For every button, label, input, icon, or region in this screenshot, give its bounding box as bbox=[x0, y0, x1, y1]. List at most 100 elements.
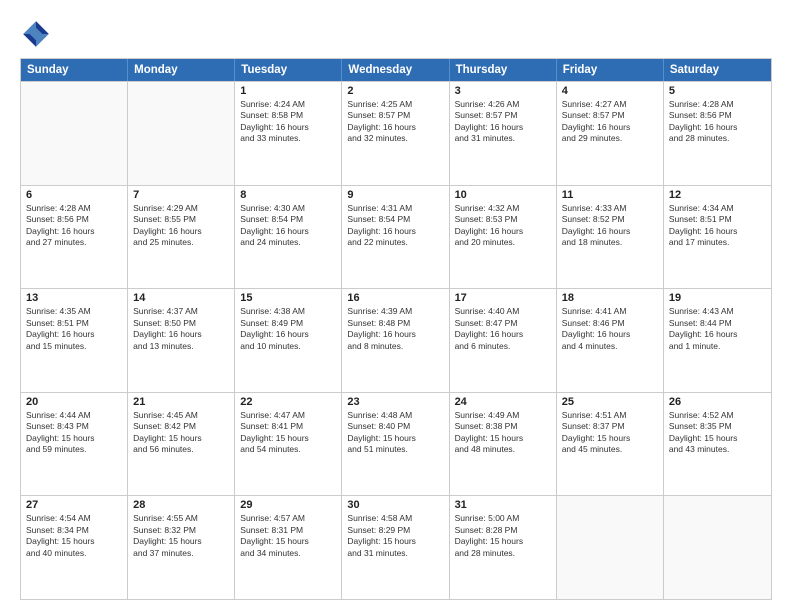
cell-line: Daylight: 16 hours bbox=[133, 226, 229, 237]
cell-line: Daylight: 15 hours bbox=[26, 433, 122, 444]
cell-line: Sunset: 8:54 PM bbox=[240, 214, 336, 225]
cell-line: Daylight: 15 hours bbox=[240, 433, 336, 444]
cell-line: Sunrise: 4:28 AM bbox=[26, 203, 122, 214]
cal-cell: 3Sunrise: 4:26 AMSunset: 8:57 PMDaylight… bbox=[450, 82, 557, 185]
page: SundayMondayTuesdayWednesdayThursdayFrid… bbox=[0, 0, 792, 612]
cell-line: and 22 minutes. bbox=[347, 237, 443, 248]
cal-cell: 26Sunrise: 4:52 AMSunset: 8:35 PMDayligh… bbox=[664, 393, 771, 496]
cell-line: and 24 minutes. bbox=[240, 237, 336, 248]
cell-line: Sunset: 8:44 PM bbox=[669, 318, 766, 329]
cell-line: Daylight: 15 hours bbox=[26, 536, 122, 547]
cell-line: Sunset: 8:41 PM bbox=[240, 421, 336, 432]
cell-line: Sunset: 8:35 PM bbox=[669, 421, 766, 432]
day-number: 2 bbox=[347, 85, 443, 97]
day-number: 12 bbox=[669, 189, 766, 201]
calendar: SundayMondayTuesdayWednesdayThursdayFrid… bbox=[20, 58, 772, 600]
week-row-2: 6Sunrise: 4:28 AMSunset: 8:56 PMDaylight… bbox=[21, 185, 771, 289]
day-number: 4 bbox=[562, 85, 658, 97]
cell-line: Sunrise: 4:48 AM bbox=[347, 410, 443, 421]
week-row-1: 1Sunrise: 4:24 AMSunset: 8:58 PMDaylight… bbox=[21, 81, 771, 185]
cell-line: Sunset: 8:37 PM bbox=[562, 421, 658, 432]
cal-cell: 20Sunrise: 4:44 AMSunset: 8:43 PMDayligh… bbox=[21, 393, 128, 496]
cell-line: Daylight: 16 hours bbox=[240, 122, 336, 133]
cell-line: Daylight: 16 hours bbox=[669, 329, 766, 340]
cell-line: Sunset: 8:28 PM bbox=[455, 525, 551, 536]
day-number: 22 bbox=[240, 396, 336, 408]
day-number: 23 bbox=[347, 396, 443, 408]
cal-cell: 22 Sunrise: 4:47 AMSunset: 8:41 PMDayligh… bbox=[235, 393, 342, 496]
cell-line: and 15 minutes. bbox=[26, 341, 122, 352]
cell-line: Sunset: 8:57 PM bbox=[562, 110, 658, 121]
cell-line: and 8 minutes. bbox=[347, 341, 443, 352]
cell-line: Sunrise: 4:33 AM bbox=[562, 203, 658, 214]
cal-cell: 27Sunrise: 4:54 AMSunset: 8:34 PMDayligh… bbox=[21, 496, 128, 599]
cal-cell: 13Sunrise: 4:35 AMSunset: 8:51 PMDayligh… bbox=[21, 289, 128, 392]
cell-line: and 10 minutes. bbox=[240, 341, 336, 352]
cal-cell: 10Sunrise: 4:32 AMSunset: 8:53 PMDayligh… bbox=[450, 186, 557, 289]
cal-cell: 24Sunrise: 4:49 AMSunset: 8:38 PMDayligh… bbox=[450, 393, 557, 496]
cal-cell: 23Sunrise: 4:48 AMSunset: 8:40 PMDayligh… bbox=[342, 393, 449, 496]
day-number: 28 bbox=[133, 499, 229, 511]
cell-line: Sunrise: 4:51 AM bbox=[562, 410, 658, 421]
cell-line: Sunset: 8:57 PM bbox=[455, 110, 551, 121]
cell-line: Sunset: 8:46 PM bbox=[562, 318, 658, 329]
cell-line: Sunrise: 4:47 AM bbox=[240, 410, 336, 421]
cell-line: Sunrise: 4:34 AM bbox=[669, 203, 766, 214]
cal-cell: 11Sunrise: 4:33 AMSunset: 8:52 PMDayligh… bbox=[557, 186, 664, 289]
cell-line: Sunrise: 4:45 AM bbox=[133, 410, 229, 421]
cell-line: Daylight: 15 hours bbox=[347, 536, 443, 547]
day-number: 25 bbox=[562, 396, 658, 408]
cell-line: Sunrise: 4:28 AM bbox=[669, 99, 766, 110]
header-day-saturday: Saturday bbox=[664, 59, 771, 81]
cell-line: Sunrise: 4:58 AM bbox=[347, 513, 443, 524]
logo-icon bbox=[20, 18, 52, 50]
cell-line: Sunset: 8:50 PM bbox=[133, 318, 229, 329]
cell-line: Sunset: 8:53 PM bbox=[455, 214, 551, 225]
cell-line: and 59 minutes. bbox=[26, 444, 122, 455]
calendar-body: 1Sunrise: 4:24 AMSunset: 8:58 PMDaylight… bbox=[21, 81, 771, 599]
cal-cell: 30Sunrise: 4:58 AMSunset: 8:29 PMDayligh… bbox=[342, 496, 449, 599]
day-number: 26 bbox=[669, 396, 766, 408]
cell-line: and 18 minutes. bbox=[562, 237, 658, 248]
cell-line: Sunset: 8:29 PM bbox=[347, 525, 443, 536]
cal-cell: 4Sunrise: 4:27 AMSunset: 8:57 PMDaylight… bbox=[557, 82, 664, 185]
day-number: 31 bbox=[455, 499, 551, 511]
cell-line: Sunrise: 4:54 AM bbox=[26, 513, 122, 524]
cell-line: Sunset: 8:55 PM bbox=[133, 214, 229, 225]
header-day-monday: Monday bbox=[128, 59, 235, 81]
cell-line: Sunrise: 4:29 AM bbox=[133, 203, 229, 214]
cell-line: Sunset: 8:38 PM bbox=[455, 421, 551, 432]
cell-line: Sunset: 8:31 PM bbox=[240, 525, 336, 536]
cell-line: and 48 minutes. bbox=[455, 444, 551, 455]
cell-line: and 17 minutes. bbox=[669, 237, 766, 248]
cell-line: Daylight: 16 hours bbox=[669, 122, 766, 133]
cell-line: Daylight: 15 hours bbox=[133, 433, 229, 444]
day-number: 10 bbox=[455, 189, 551, 201]
logo bbox=[20, 18, 56, 50]
day-number: 17 bbox=[455, 292, 551, 304]
cal-cell bbox=[128, 82, 235, 185]
cell-line: and 51 minutes. bbox=[347, 444, 443, 455]
cell-line: Daylight: 16 hours bbox=[347, 226, 443, 237]
cal-cell bbox=[664, 496, 771, 599]
cal-cell: 18Sunrise: 4:41 AMSunset: 8:46 PMDayligh… bbox=[557, 289, 664, 392]
header-day-sunday: Sunday bbox=[21, 59, 128, 81]
cal-cell: 19Sunrise: 4:43 AMSunset: 8:44 PMDayligh… bbox=[664, 289, 771, 392]
cell-line: Daylight: 15 hours bbox=[347, 433, 443, 444]
cell-line: Sunrise: 4:32 AM bbox=[455, 203, 551, 214]
day-number: 9 bbox=[347, 189, 443, 201]
day-number: 21 bbox=[133, 396, 229, 408]
cell-line: Sunrise: 4:37 AM bbox=[133, 306, 229, 317]
cell-line: and 54 minutes. bbox=[240, 444, 336, 455]
cell-line: Sunset: 8:54 PM bbox=[347, 214, 443, 225]
cell-line: Daylight: 16 hours bbox=[240, 226, 336, 237]
cell-line: Daylight: 16 hours bbox=[562, 122, 658, 133]
cell-line: and 20 minutes. bbox=[455, 237, 551, 248]
day-number: 7 bbox=[133, 189, 229, 201]
cell-line: Sunrise: 4:44 AM bbox=[26, 410, 122, 421]
cell-line: Sunset: 8:43 PM bbox=[26, 421, 122, 432]
cell-line: and 32 minutes. bbox=[347, 133, 443, 144]
cal-cell: 5Sunrise: 4:28 AMSunset: 8:56 PMDaylight… bbox=[664, 82, 771, 185]
cell-line: and 56 minutes. bbox=[133, 444, 229, 455]
cell-line: and 1 minute. bbox=[669, 341, 766, 352]
